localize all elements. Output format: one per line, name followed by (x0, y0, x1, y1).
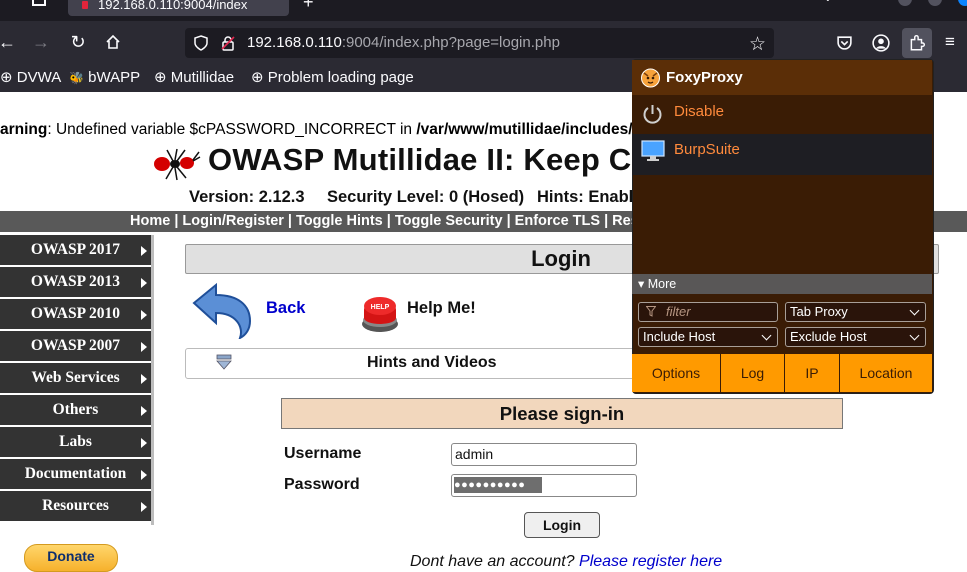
sidebar-item-owasp-2010[interactable]: OWASP 2010 (0, 299, 151, 331)
bee-icon: 🐝 (69, 71, 84, 85)
chevron-down-icon (909, 305, 920, 316)
ip-button[interactable]: IP (785, 354, 840, 392)
chevron-down-icon (909, 330, 920, 341)
url-path: :9004/index.php?page=login.php (341, 34, 560, 51)
back-arrow-icon[interactable] (190, 281, 254, 339)
back-link[interactable]: Back (266, 299, 305, 318)
filter-placeholder: filter (666, 304, 691, 319)
sidebar-item-labs[interactable]: Labs (0, 427, 151, 459)
url-host: 192.168.0.110 (247, 34, 342, 51)
sidebar-divider (151, 235, 154, 525)
expand-arrow-icon[interactable] (215, 354, 233, 370)
bookmark-bwapp[interactable]: 🐝 bWAPP (69, 68, 140, 88)
login-button[interactable]: Login (524, 512, 600, 538)
chevron-right-icon (141, 502, 147, 512)
proxy-burpsuite-option[interactable]: BurpSuite (674, 141, 740, 158)
chevron-down-icon (761, 330, 772, 341)
sidebar-item-documentation[interactable]: Documentation (0, 459, 151, 491)
foxyproxy-title: FoxyProxy (666, 69, 743, 86)
power-icon (643, 105, 662, 124)
account-icon[interactable] (872, 34, 890, 57)
register-prompt: Dont have an account? Please register he… (410, 553, 723, 570)
filter-input[interactable] (638, 302, 778, 322)
chevron-right-icon (141, 246, 147, 256)
back-nav-icon[interactable]: ← (0, 31, 20, 53)
security-level-label: Security Level: 0 (Hosed) (327, 188, 525, 206)
new-tab-icon[interactable]: + (303, 0, 314, 13)
username-input[interactable]: admin (451, 443, 637, 466)
tab-overview-icon[interactable] (32, 0, 46, 6)
options-button[interactable]: Options (632, 354, 721, 392)
signin-title: Please sign-in (499, 403, 625, 424)
tab-list-chevron-icon[interactable]: ⌄ (822, 0, 834, 5)
hamburger-menu-icon[interactable]: ≡ (945, 32, 955, 52)
tab-favicon-icon (82, 1, 88, 9)
chevron-right-icon (141, 470, 147, 480)
bookmark-problem-loading[interactable]: ⊕ Problem loading page (251, 68, 414, 88)
forward-nav-icon[interactable]: → (28, 31, 54, 53)
more-toggle[interactable] (632, 274, 932, 294)
pocket-icon[interactable] (836, 34, 853, 56)
site-title: OWASP Mutillidae II: Keep Calm (208, 142, 686, 177)
reload-icon[interactable]: ↻ (65, 31, 91, 53)
chevron-right-icon (141, 310, 147, 320)
version-label: Version: 2.12.3 (189, 188, 305, 206)
location-button[interactable]: Location (840, 354, 932, 392)
bookmark-star-icon[interactable]: ☆ (749, 33, 766, 56)
disable-option[interactable]: Disable (674, 103, 724, 120)
donate-button[interactable]: Donate (24, 544, 118, 572)
sidebar-item-web-services[interactable]: Web Services (0, 363, 151, 395)
log-button[interactable]: Log (721, 354, 785, 392)
help-button-icon[interactable]: HELP (358, 290, 402, 334)
php-warning: arning: Undefined variable $cPASSWORD_IN… (0, 121, 643, 138)
tracking-shield-icon[interactable] (193, 35, 209, 56)
url-text[interactable]: 192.168.0.110:9004/index.php?page=login.… (247, 33, 560, 53)
sidebar-item-owasp-2013[interactable]: OWASP 2013 (0, 267, 151, 299)
chevron-right-icon (141, 438, 147, 448)
sidebar-item-owasp-2017[interactable]: OWASP 2017 (0, 235, 151, 267)
mutillidae-ant-logo (154, 148, 201, 181)
chevron-right-icon (141, 278, 147, 288)
sidebar-item-resources[interactable]: Resources (0, 491, 151, 523)
bookmark-dvwa[interactable]: ⊕ DVWA (0, 68, 61, 88)
insecure-lock-icon[interactable] (220, 35, 236, 56)
more-label[interactable]: ▾ More (638, 276, 676, 291)
password-label: Password (284, 476, 360, 493)
monitor-icon (641, 140, 665, 161)
browser-tab-active[interactable]: 192.168.0.110:9004/index (68, 0, 289, 16)
svg-text:HELP: HELP (371, 304, 390, 311)
help-me-label[interactable]: Help Me! (407, 299, 476, 318)
exclude-host-select[interactable]: Exclude Host (785, 327, 926, 347)
include-host-select[interactable]: Include Host (638, 327, 778, 347)
chevron-right-icon (141, 406, 147, 416)
top-menu-links[interactable]: Home | Login/Register | Toggle Hints | T… (130, 212, 685, 230)
foxyproxy-logo-icon (641, 68, 660, 88)
password-masked-value: ●●●●●●●●●● (454, 477, 542, 493)
sidebar-item-others[interactable]: Others (0, 395, 151, 427)
sidebar-item-owasp-2007[interactable]: OWASP 2007 (0, 331, 151, 363)
home-icon[interactable] (100, 31, 126, 53)
hints-status-label: Hints: Enable (537, 188, 643, 206)
tab-proxy-select[interactable]: Tab Proxy (785, 302, 926, 322)
register-link[interactable]: Please register here (579, 553, 722, 570)
chevron-right-icon (141, 342, 147, 352)
filter-funnel-icon (646, 306, 656, 317)
tab-title: 192.168.0.110:9004/index (98, 0, 248, 12)
extensions-button[interactable] (902, 28, 932, 58)
username-label: Username (284, 445, 362, 462)
hints-and-videos-label[interactable]: Hints and Videos (367, 354, 497, 372)
bookmark-mutillidae[interactable]: ⊕ Mutillidae (154, 68, 234, 88)
chevron-right-icon (141, 374, 147, 384)
